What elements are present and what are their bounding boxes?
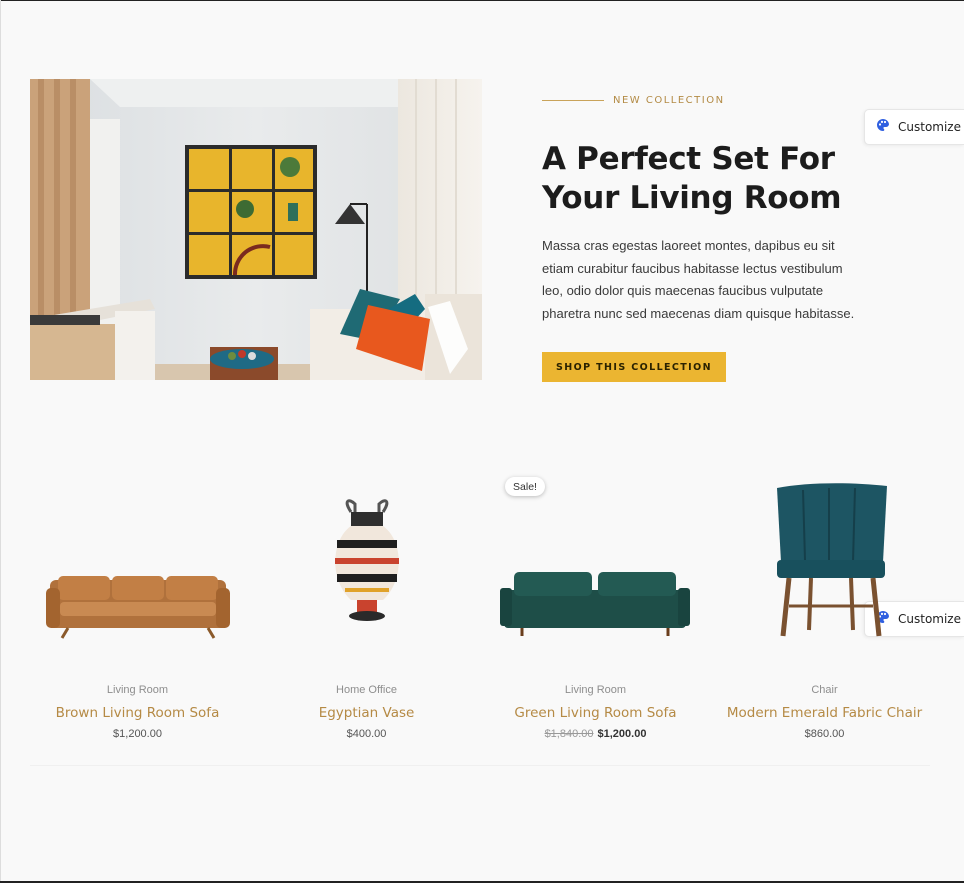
- hero-living-room-image: [30, 79, 482, 380]
- product-category: Home Office: [336, 684, 397, 696]
- product-price: $860.00: [717, 728, 932, 740]
- customize-label: Customize: [898, 120, 961, 134]
- product-name[interactable]: Egyptian Vase: [259, 705, 474, 721]
- product-name[interactable]: Brown Living Room Sofa: [30, 705, 245, 721]
- product-card[interactable]: Living Room Brown Living Room Sofa $1,20…: [30, 470, 245, 755]
- price-current: $860.00: [804, 728, 845, 740]
- product-price: $1,840.00 $1,200.00: [488, 728, 703, 740]
- product-category: Living Room: [564, 684, 627, 696]
- product-price: $400.00: [259, 728, 474, 740]
- eyebrow-divider: [542, 100, 604, 101]
- price-current: $1,200.00: [113, 728, 162, 740]
- hero-description: Massa cras egestas laoreet montes, dapib…: [542, 238, 855, 321]
- product-price: $1,200.00: [30, 728, 245, 740]
- product-category: Living Room: [106, 684, 169, 696]
- shop-collection-button[interactable]: SHOP THIS COLLECTION: [542, 352, 726, 382]
- product-image-green-sofa[interactable]: [488, 470, 703, 650]
- product-category: Chair: [811, 684, 838, 696]
- window-top-border: [0, 0, 964, 1]
- product-card[interactable]: Living Room Green Living Room Sofa $1,84…: [488, 470, 703, 755]
- eyebrow-label: NEW COLLECTION: [613, 95, 725, 106]
- sale-badge: Sale!: [505, 477, 545, 496]
- product-name[interactable]: Green Living Room Sofa: [488, 705, 703, 721]
- product-name[interactable]: Modern Emerald Fabric Chair: [717, 705, 932, 721]
- product-image-brown-sofa[interactable]: [30, 470, 245, 650]
- palette-icon: [876, 118, 890, 137]
- product-card[interactable]: Home Office Egyptian Vase $400.00: [259, 470, 474, 755]
- price-sale: $1,200.00: [597, 728, 647, 740]
- product-grid: Living Room Brown Living Room Sofa $1,20…: [30, 470, 930, 766]
- product-image-emerald-chair[interactable]: [717, 470, 932, 650]
- price-original: $1,840.00: [544, 728, 594, 740]
- eyebrow: NEW COLLECTION: [542, 95, 725, 106]
- price-current: $400.00: [346, 728, 387, 740]
- hero-title: A Perfect Set For Your Living Room: [542, 141, 842, 216]
- customize-button[interactable]: Customize: [864, 109, 964, 145]
- product-card[interactable]: Chair Modern Emerald Fabric Chair $860.0…: [717, 470, 932, 755]
- window-left-border: [0, 0, 1, 883]
- product-image-egyptian-vase[interactable]: [259, 470, 474, 650]
